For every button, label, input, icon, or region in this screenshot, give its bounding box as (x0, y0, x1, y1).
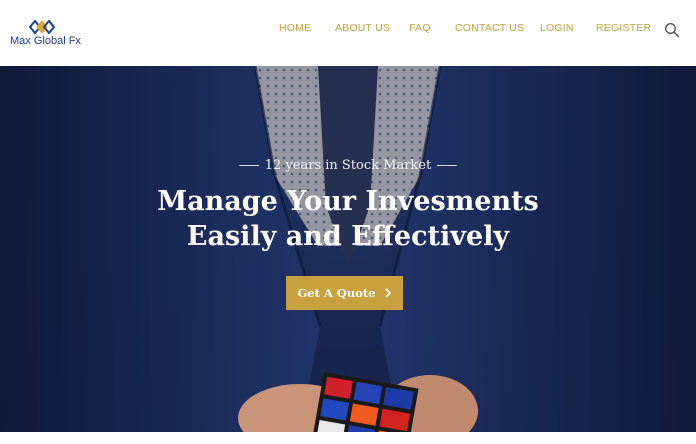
kicker-right-rule (437, 165, 458, 167)
hero-headline-line2: Easily and Effectively (186, 221, 510, 252)
chevron-right-icon (384, 288, 391, 298)
search-icon[interactable] (664, 22, 680, 38)
hero-headline-line1: Manage Your Invesments (157, 186, 539, 217)
nav-about-us[interactable]: ABOUT US (335, 22, 390, 34)
nav-home[interactable]: HOME (279, 22, 311, 34)
nav-login[interactable]: LOGIN (540, 22, 574, 34)
page-bottom-strip (0, 432, 696, 444)
kicker-left-rule (238, 165, 259, 167)
get-a-quote-label: Get A Quote (297, 286, 376, 300)
nav-register[interactable]: REGISTER (596, 22, 651, 34)
site-header: Max Global Fx HOME ABOUT US FAQ CONTACT … (0, 0, 696, 66)
nav-faq[interactable]: FAQ (409, 22, 431, 34)
hero-kicker: 12 years in Stock Market (0, 157, 696, 175)
get-a-quote-button[interactable]: Get A Quote (286, 276, 403, 310)
hero-headline: Manage Your Invesments Easily and Effect… (0, 184, 696, 254)
hero-banner: 12 years in Stock Market Manage Your Inv… (0, 66, 696, 432)
nav-contact-us[interactable]: CONTACT US (455, 22, 524, 34)
hero-kicker-text: 12 years in Stock Market (264, 158, 432, 174)
main-nav: HOME ABOUT US FAQ CONTACT US LOGIN REGIS… (0, 22, 696, 38)
